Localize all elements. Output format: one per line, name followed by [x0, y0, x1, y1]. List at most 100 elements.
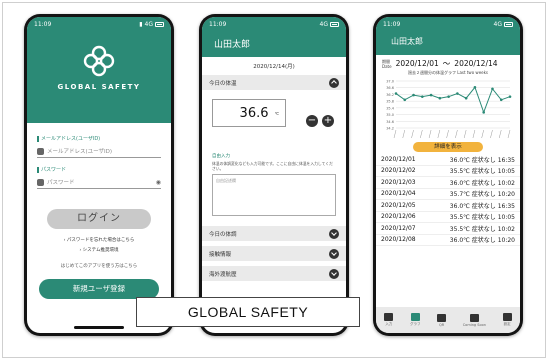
password-label: パスワード [37, 166, 161, 173]
record-info: 35.5℃ 症状なし 10:02 [449, 225, 515, 233]
battery-icon [330, 21, 339, 27]
entry-phone: 11:09 4G 山田太郎 2020/12/14(月) 今日の体温 36.6 ℃… [199, 14, 349, 336]
y-tick-label: 35.4 [386, 106, 395, 110]
show-details-button[interactable]: 詳細を表示 [413, 142, 483, 152]
record-date: 2020/12/01 [381, 155, 416, 163]
gear-icon [502, 313, 512, 321]
x-tick [428, 129, 432, 139]
record-info: 35.7℃ 症状なし 10:20 [449, 191, 515, 199]
temperature-point [394, 92, 398, 95]
tab-graph[interactable]: グラフ [410, 313, 420, 327]
x-tick [481, 129, 484, 139]
chevron-down-icon [329, 268, 339, 279]
user-name: 山田太郎 [214, 40, 251, 50]
status-time: 11:09 [34, 20, 52, 28]
record-row[interactable]: 2020/12/05 36.0℃ 症状なし 16:35 [376, 200, 520, 212]
temperature-point [473, 85, 477, 89]
lock-icon [37, 178, 44, 186]
tab-settings[interactable]: 設定 [502, 313, 512, 327]
record-info: 36.0℃ 症状なし 16:35 [449, 156, 515, 164]
entry-date: 2020/12/14(月) [202, 57, 346, 75]
increment-button[interactable]: + [322, 115, 334, 127]
qr-icon [437, 313, 447, 322]
clover-logo-icon [83, 45, 115, 77]
home-indicator [74, 326, 124, 329]
email-field[interactable]: メールアドレス(ユーザID) [37, 145, 161, 158]
status-bar: 11:09 ▮ 4G [27, 17, 171, 31]
temperature-point [491, 87, 494, 91]
record-row[interactable]: 2020/12/02 35.5℃ 症状なし 10:05 [376, 166, 520, 177]
first-time-note: はじめてこのアプリを使う方はこちら [60, 264, 138, 269]
entry-header: 11:09 4G 山田太郎 [202, 17, 346, 57]
x-tick [463, 129, 467, 139]
temperature-point [456, 92, 459, 95]
record-info: 36.0℃ 症状なし 16:35 [449, 202, 515, 210]
status-icons: ▮ 4G [139, 21, 164, 28]
section-travel[interactable]: 海外渡航歴 [202, 266, 346, 282]
section-today-temp[interactable]: 今日の体温 [202, 75, 346, 91]
decrement-button[interactable]: − [306, 115, 318, 127]
tab-qr[interactable]: QR [437, 313, 447, 327]
tab-coming-soon[interactable]: Coming Soon [463, 313, 486, 327]
record-info: 35.5℃ 症状なし 10:05 [449, 168, 515, 176]
section-contact[interactable]: 接触情報 [202, 246, 346, 262]
password-field[interactable]: パスワード ◉ [37, 176, 161, 189]
temperature-point [499, 98, 503, 102]
memo-title: 自由入力 [212, 154, 230, 159]
system-requirements-link[interactable]: › システム推奨環境 [27, 247, 171, 253]
login-hero: 11:09 ▮ 4G Global Safety [27, 17, 171, 123]
memo-textarea[interactable]: 自由記述欄 [212, 174, 336, 216]
y-tick-label: 34.2 [386, 127, 394, 131]
date-range: 期間 Date 2020/12/01 〜 2020/12/14 [382, 58, 498, 69]
tab-input[interactable]: 入力 [384, 313, 394, 327]
record-row[interactable]: 2020/12/07 35.5℃ 症状なし 10:02 [376, 223, 520, 235]
temperature-point [447, 95, 450, 98]
x-tick [393, 129, 397, 139]
section-condition[interactable]: 今日の体調 [202, 226, 346, 242]
login-button[interactable]: ログイン [47, 209, 151, 229]
chart-subtitle: 過去２週間分の体温グラフ Last two weeks [407, 70, 489, 75]
x-tick [472, 129, 476, 139]
bottom-tab-bar: 入力 グラフ QR Coming Soon 設定 [376, 307, 520, 333]
eye-icon[interactable]: ◉ [156, 179, 161, 186]
y-tick-label: 36.6 [386, 86, 394, 90]
temperature-point [403, 98, 407, 102]
record-row[interactable]: 2020/12/04 35.7℃ 症状なし 10:20 [376, 189, 520, 200]
y-tick-label: 36.2 [386, 93, 394, 97]
temperature-line-chart: 37.0 36.6 36.2 35.8 35.4 35.0 34.6 34.2 [386, 80, 512, 139]
forgot-password-link[interactable]: › パスワードを忘れた場合はこちら [27, 237, 171, 243]
x-tick [507, 129, 511, 139]
record-date: 2020/12/02 [381, 167, 416, 175]
record-row[interactable]: 2020/12/03 36.0℃ 症状なし 10:02 [376, 177, 520, 189]
record-info: 35.5℃ 症状なし 10:05 [449, 214, 515, 222]
record-list: 2020/12/01 36.0℃ 症状なし 16:35 2020/12/02 35.5… [376, 154, 520, 246]
email-label: メールアドレス(ユーザID) [37, 135, 161, 142]
y-tick-label: 34.6 [386, 120, 394, 124]
login-phone: 11:09 ▮ 4G Global Safety メールアドレス(ユーザID) [24, 14, 174, 336]
history-phone: 11:09 4G 山田太郎 期間 Date 2020/12/01 〜 2020/1… [373, 14, 523, 336]
temperature-input[interactable]: 36.6 ℃ [212, 99, 286, 127]
temperature-point [508, 95, 512, 98]
record-row[interactable]: 2020/12/06 35.5℃ 症状なし 10:05 [376, 212, 520, 223]
register-button[interactable]: 新規ユーザ登録 [39, 279, 159, 299]
battery-icon [155, 21, 164, 27]
record-date: 2020/12/08 [381, 236, 416, 244]
y-tick-label: 37.0 [386, 80, 394, 84]
temperature-point [464, 96, 468, 100]
chevron-down-icon [329, 248, 339, 259]
record-row[interactable]: 2020/12/01 36.0℃ 症状なし 16:35 [376, 154, 520, 166]
y-tick-label: 35.8 [386, 100, 394, 104]
history-screen: 11:09 4G 山田太郎 期間 Date 2020/12/01 〜 2020/1… [376, 17, 520, 333]
flag-icon [469, 313, 479, 322]
record-row[interactable]: 2020/12/08 36.0℃ 症状なし 10:20 [376, 235, 520, 246]
login-screen: 11:09 ▮ 4G Global Safety メールアドレス(ユーザID) [27, 17, 171, 333]
collage: 11:09 ▮ 4G Global Safety メールアドレス(ユーザID) [0, 0, 548, 360]
y-tick-label: 35.0 [386, 113, 394, 117]
x-tick [411, 129, 414, 139]
status-bar: 11:09 4G [202, 17, 346, 31]
history-header: 11:09 4G 山田太郎 [376, 17, 520, 55]
temperature-point [421, 95, 424, 98]
battery-icon [504, 21, 513, 27]
memo-help-text: 体温の体調変化なども入力可能です。ここに自由に体温を入力してください。 [212, 161, 333, 171]
x-tick [420, 129, 423, 139]
